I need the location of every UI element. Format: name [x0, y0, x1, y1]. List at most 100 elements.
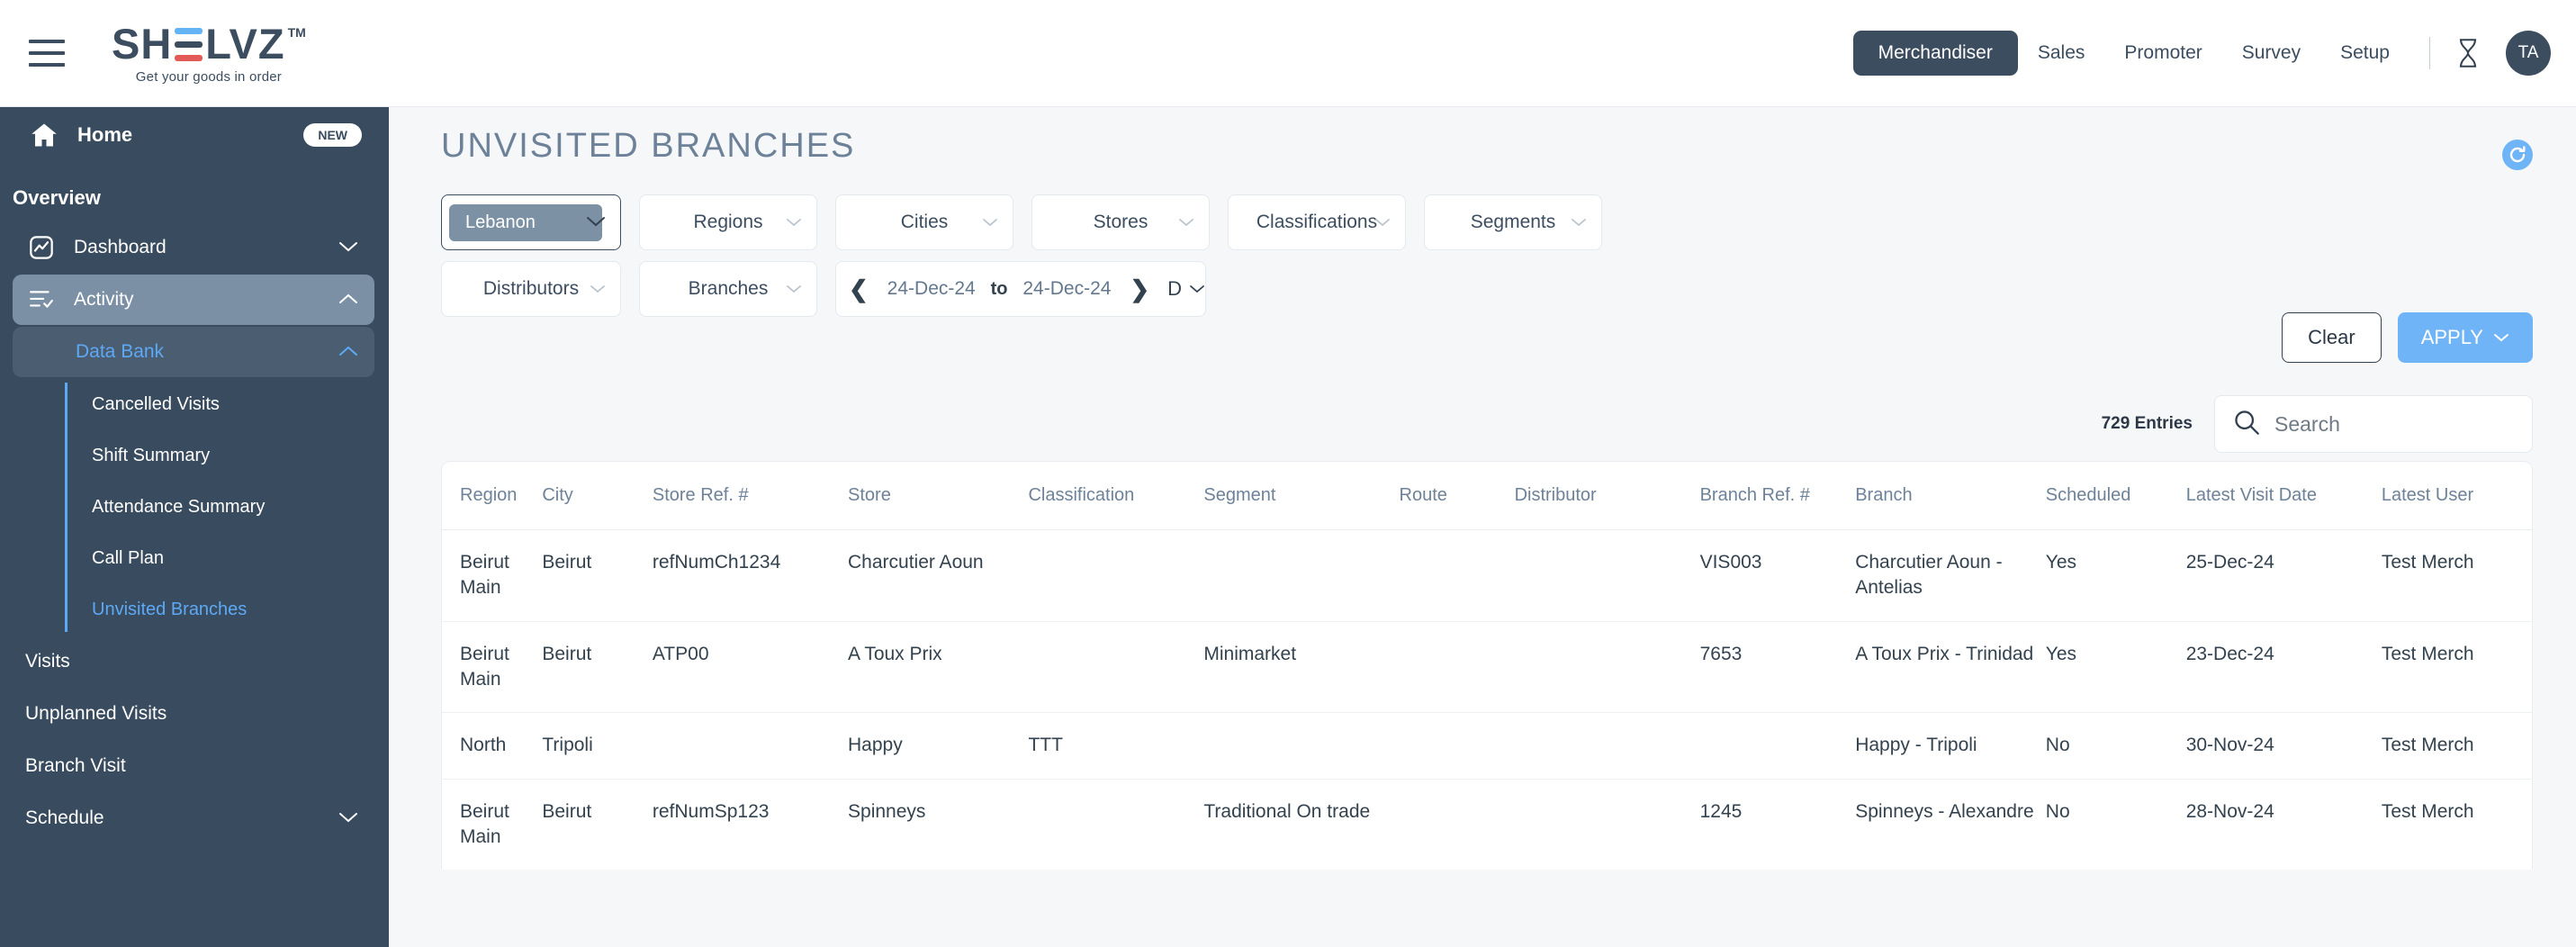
sidebar-item-home[interactable]: Home NEW	[0, 107, 389, 163]
cell-latest-visit-date: 30-Nov-24	[2186, 713, 2382, 779]
branches-filter[interactable]: Branches	[639, 261, 817, 317]
hourglass-icon[interactable]	[2450, 35, 2486, 71]
column-header-latest-visit-date[interactable]: Latest Visit Date	[2186, 462, 2382, 530]
column-header-branch[interactable]: Branch	[1855, 462, 2046, 530]
cell-branch-ref: VIS003	[1700, 530, 1856, 622]
cell-scheduled: No	[2046, 713, 2186, 779]
chevron-right-icon[interactable]: ❯	[1117, 275, 1162, 303]
sidebar-item-branch-visit[interactable]: Branch Visit	[0, 740, 389, 792]
filter-action-buttons: Clear APPLY	[2282, 312, 2533, 363]
column-header-latest-user[interactable]: Latest User	[2382, 462, 2532, 530]
chevron-up-icon	[338, 289, 358, 311]
unvisited-branches-table: Region City Store Ref. # Store Classific…	[441, 461, 2533, 870]
column-header-city[interactable]: City	[542, 462, 653, 530]
nav-tab-setup[interactable]: Setup	[2320, 31, 2409, 76]
logo-text-after: LVZ	[205, 23, 284, 65]
regions-filter-label: Regions	[693, 212, 762, 233]
sidebar-item-cancelled-visits[interactable]: Cancelled Visits	[65, 379, 389, 430]
segments-filter[interactable]: Segments	[1424, 194, 1602, 250]
date-unit-dropdown[interactable]: D	[1167, 277, 1205, 301]
cell-store: Happy	[848, 713, 1028, 779]
table-row[interactable]: Beirut Main Beirut ATP00 A Toux Prix Min…	[442, 621, 2532, 713]
cell-branch: Charcutier Aoun - Antelias	[1855, 530, 2046, 622]
date-range-filter[interactable]: ❮ 24-Dec-24 to 24-Dec-24 ❯ D	[835, 261, 1206, 317]
nav-tab-survey[interactable]: Survey	[2222, 31, 2320, 76]
cell-distributor	[1515, 713, 1700, 779]
filter-row-2: Distributors Branches ❮ 24-Dec-24 to 24-…	[441, 261, 1620, 317]
cell-region: Beirut Main	[442, 530, 542, 622]
column-header-branch-ref[interactable]: Branch Ref. #	[1700, 462, 1856, 530]
sidebar-item-shift-summary[interactable]: Shift Summary	[65, 430, 389, 482]
cell-branch-ref	[1700, 713, 1856, 779]
sidebar-item-visits[interactable]: Visits	[0, 636, 389, 688]
sidebar-item-attendance-summary[interactable]: Attendance Summary	[65, 482, 389, 533]
column-header-region[interactable]: Region	[442, 462, 542, 530]
user-avatar[interactable]: TA	[2506, 31, 2551, 76]
cities-filter[interactable]: Cities	[835, 194, 1013, 250]
hamburger-menu-icon[interactable]	[22, 28, 72, 78]
cell-store: Charcutier Aoun	[848, 530, 1028, 622]
cell-classification	[1028, 621, 1203, 713]
sidebar-section-overview: Overview	[0, 163, 389, 221]
search-input[interactable]	[2274, 412, 2514, 437]
refresh-icon[interactable]	[2502, 140, 2533, 170]
chevron-down-icon	[2493, 333, 2509, 343]
cell-latest-user: Test Merch	[2382, 530, 2532, 622]
cell-segment	[1203, 530, 1399, 622]
chevron-left-icon[interactable]: ❮	[836, 275, 881, 303]
sidebar-item-unvisited-branches[interactable]: Unvisited Branches	[65, 584, 389, 636]
chevron-down-icon	[786, 212, 802, 233]
cell-region: Beirut Main	[442, 779, 542, 870]
sidebar-label-activity: Activity	[74, 289, 134, 311]
regions-filter[interactable]: Regions	[639, 194, 817, 250]
cell-region: Beirut Main	[442, 621, 542, 713]
table-row[interactable]: Beirut Main Beirut refNumSp123 Spinneys …	[442, 779, 2532, 870]
date-from-value[interactable]: 24-Dec-24	[881, 278, 982, 300]
cell-store: A Toux Prix	[848, 621, 1028, 713]
table-header: Region City Store Ref. # Store Classific…	[442, 462, 2532, 530]
country-filter[interactable]: Lebanon	[441, 194, 621, 250]
column-header-segment[interactable]: Segment	[1203, 462, 1399, 530]
logo-text-before: SH	[112, 23, 172, 65]
column-header-route[interactable]: Route	[1400, 462, 1515, 530]
sidebar-item-activity[interactable]: Activity	[13, 275, 374, 325]
cell-branch-ref: 1245	[1700, 779, 1856, 870]
chart-square-icon	[29, 235, 59, 260]
column-header-store-ref[interactable]: Store Ref. #	[653, 462, 848, 530]
page-title: UNVISITED BRANCHES	[441, 127, 855, 166]
apply-button[interactable]: APPLY	[2398, 312, 2533, 363]
cell-city: Beirut	[542, 621, 653, 713]
cell-scheduled: No	[2046, 779, 2186, 870]
cell-latest-visit-date: 25-Dec-24	[2186, 530, 2382, 622]
sidebar-item-call-plan[interactable]: Call Plan	[65, 533, 389, 584]
nav-tab-promoter[interactable]: Promoter	[2104, 31, 2221, 76]
classifications-filter[interactable]: Classifications	[1228, 194, 1406, 250]
cell-classification	[1028, 530, 1203, 622]
filter-bar: Lebanon Regions Cities	[441, 194, 1620, 328]
column-header-distributor[interactable]: Distributor	[1515, 462, 1700, 530]
distributors-filter[interactable]: Distributors	[441, 261, 621, 317]
filter-row-1: Lebanon Regions Cities	[441, 194, 1620, 250]
nav-tab-sales[interactable]: Sales	[2018, 31, 2105, 76]
stores-filter[interactable]: Stores	[1031, 194, 1210, 250]
sidebar-item-dashboard[interactable]: Dashboard	[13, 222, 374, 273]
cell-latest-visit-date: 28-Nov-24	[2186, 779, 2382, 870]
country-selected-chip[interactable]: Lebanon	[449, 204, 602, 241]
column-header-store[interactable]: Store	[848, 462, 1028, 530]
sidebar-item-unplanned-visits[interactable]: Unplanned Visits	[0, 688, 389, 740]
table-row[interactable]: Beirut Main Beirut refNumCh1234 Charcuti…	[442, 530, 2532, 622]
cell-scheduled: Yes	[2046, 621, 2186, 713]
clear-button[interactable]: Clear	[2282, 312, 2382, 363]
date-to-value[interactable]: 24-Dec-24	[1017, 278, 1118, 300]
nav-tab-merchandiser[interactable]: Merchandiser	[1853, 31, 2018, 76]
sidebar-item-data-bank[interactable]: Data Bank	[13, 327, 374, 377]
column-header-scheduled[interactable]: Scheduled	[2046, 462, 2186, 530]
cell-city: Beirut	[542, 530, 653, 622]
table-row[interactable]: North Tripoli Happy TTT Happy - Tripoli …	[442, 713, 2532, 779]
sidebar-item-schedule[interactable]: Schedule	[0, 792, 389, 844]
column-header-classification[interactable]: Classification	[1028, 462, 1203, 530]
cell-branch: Happy - Tripoli	[1855, 713, 2046, 779]
cell-region: North	[442, 713, 542, 779]
search-box[interactable]	[2214, 395, 2533, 453]
cell-route	[1400, 621, 1515, 713]
